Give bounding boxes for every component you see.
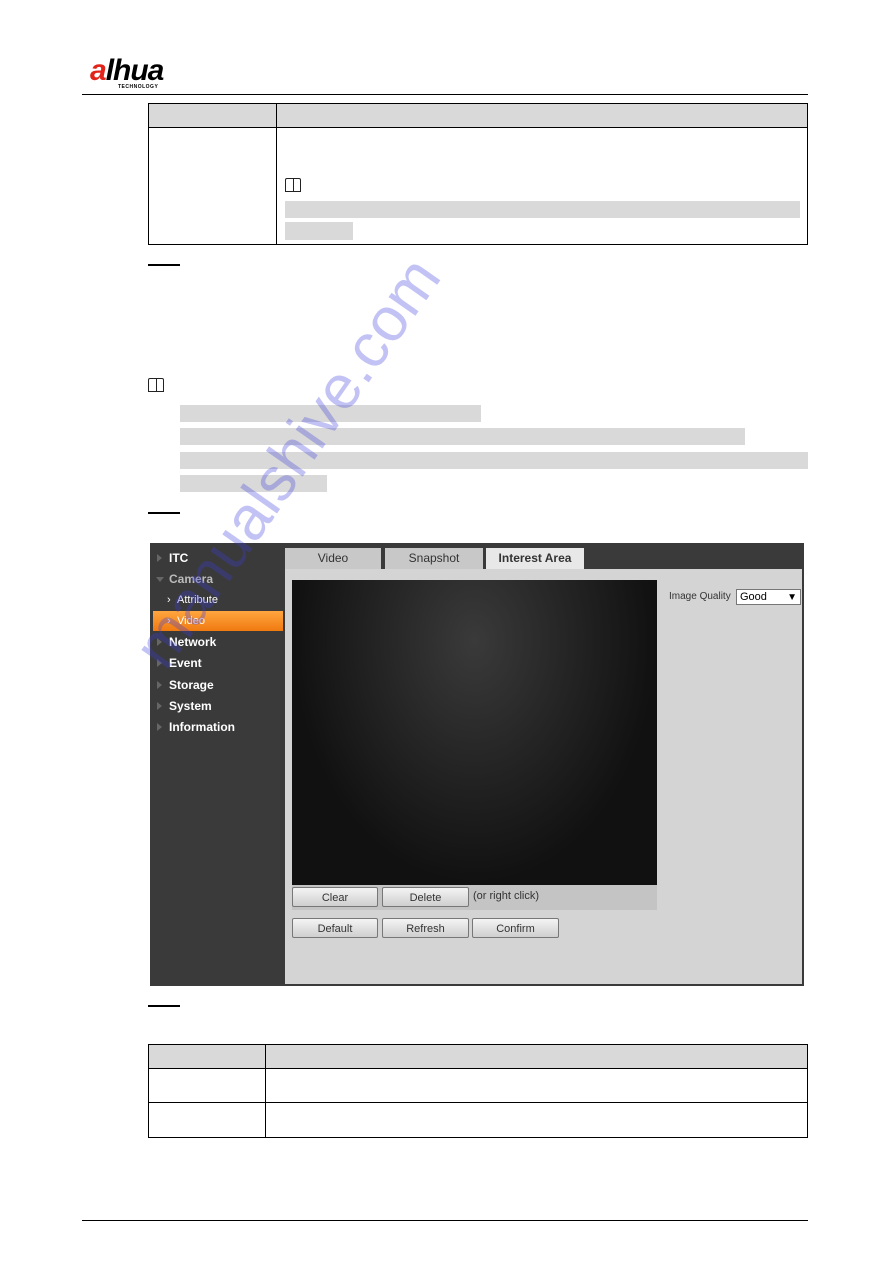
image-quality-label: Image Quality — [669, 591, 731, 602]
select-value: Good — [740, 591, 767, 603]
tab-video[interactable]: Video — [285, 548, 381, 569]
step-marker — [148, 264, 180, 266]
confirm-button[interactable]: Confirm — [472, 918, 559, 938]
delete-button[interactable]: Delete — [382, 887, 469, 907]
area-toolbar: Clear Delete (or right click) — [292, 885, 657, 910]
image-quality-select[interactable]: Good ▼ — [736, 589, 801, 605]
sidebar-item-information[interactable]: Information — [153, 717, 283, 737]
sidebar-label: System — [169, 699, 212, 713]
header-rule — [82, 94, 808, 95]
parameter-table-1 — [148, 103, 808, 245]
note-icon — [285, 178, 301, 192]
sidebar-item-storage[interactable]: Storage — [153, 675, 283, 695]
step-marker — [148, 512, 180, 514]
right-click-hint: (or right click) — [473, 890, 540, 902]
tab-interest-area[interactable]: Interest Area — [486, 548, 584, 569]
sidebar-item-system[interactable]: System — [153, 696, 283, 716]
dahua-logo: alhua — [90, 54, 164, 87]
video-preview[interactable] — [292, 580, 657, 885]
sidebar-label: Information — [169, 720, 235, 734]
redacted-text — [285, 222, 353, 240]
parameter-table-2 — [148, 1044, 808, 1138]
step-marker — [148, 1005, 180, 1007]
redacted-text — [285, 201, 800, 218]
clear-button[interactable]: Clear — [292, 887, 378, 907]
refresh-button[interactable]: Refresh — [382, 918, 469, 938]
chevron-down-icon: ▼ — [787, 592, 797, 603]
ui-screenshot: ITC Camera › Attribute › Video Network Eve… — [150, 543, 804, 986]
note-icon — [148, 378, 164, 392]
default-button[interactable]: Default — [292, 918, 378, 938]
content-panel: Clear Delete (or right click) Default Re… — [285, 569, 802, 984]
tab-snapshot[interactable]: Snapshot — [385, 548, 483, 569]
document-page: alhua TECHNOLOGY ITC Camera › Attribute ›… — [0, 0, 893, 1263]
logo-subtitle: TECHNOLOGY — [118, 84, 159, 90]
footer-rule — [82, 1220, 808, 1221]
